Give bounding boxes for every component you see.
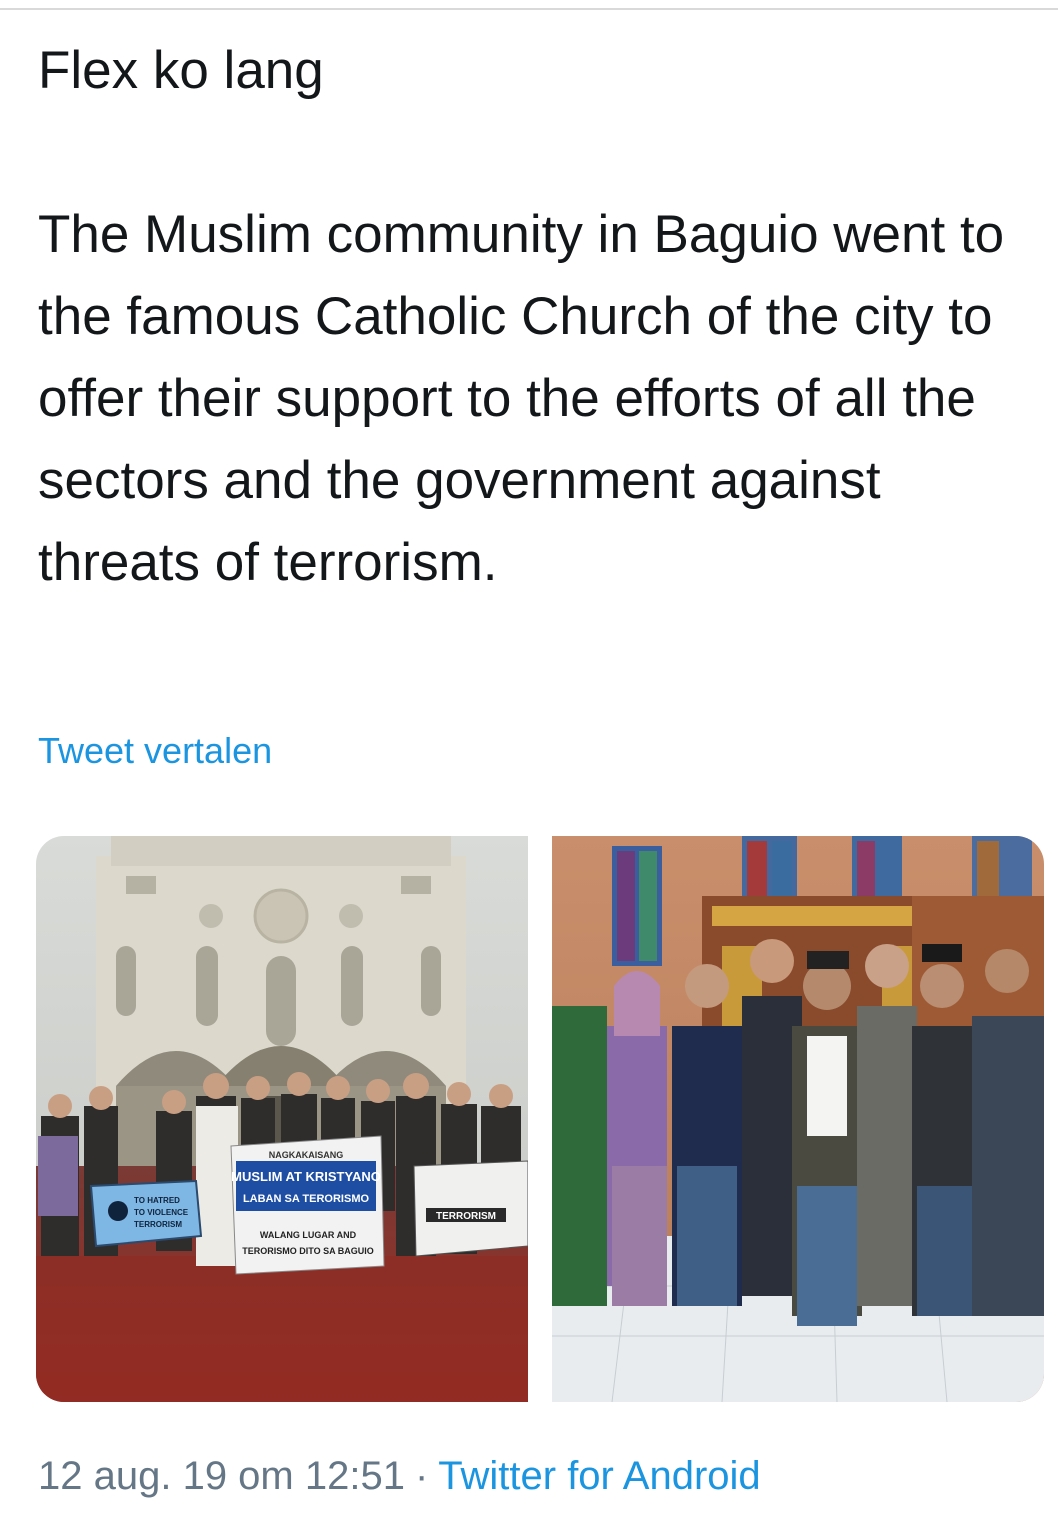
tweet-timestamp[interactable]: 12 aug. 19 om 12:51 [38,1454,405,1498]
banner-left-line-2: TO VIOLENCE [134,1208,189,1217]
banner-main-line-4: WALANG LUGAR AND [260,1230,357,1240]
tweet-meta: 12 aug. 19 om 12:51 · Twitter for Android [38,1450,761,1502]
banner-main-line-1: NAGKAKAISANG [269,1150,344,1160]
meta-separator: · [414,1454,429,1498]
banner-left-line-1: TO HATRED [134,1196,180,1205]
top-divider [0,0,1058,10]
tweet-title-line: Flex ko lang [38,41,324,100]
banner-main-line-5: TERORISMO DITO SA BAGUIO [242,1246,374,1256]
banner-main-line-3: LABAN SA TERORISMO [243,1193,370,1205]
photo-church-exterior[interactable]: NAGKAKAISANG MUSLIM AT KRISTYANO LABAN S… [36,836,528,1402]
photo-church-exterior-image: NAGKAKAISANG MUSLIM AT KRISTYANO LABAN S… [36,836,528,1402]
photo-church-interior[interactable] [552,836,1044,1402]
translate-tweet-link[interactable]: Tweet vertalen [38,728,272,774]
tweet-body: The Muslim community in Baguio went to t… [38,205,1005,592]
banner-main-line-2: MUSLIM AT KRISTYANO [231,1169,381,1184]
photo-church-interior-image [552,836,1044,1402]
banner-right-line-1: TERRORISM [436,1211,496,1222]
tweet-source-link[interactable]: Twitter for Android [438,1454,760,1498]
tweet-text: Flex ko lang The Muslim community in Bag… [38,30,1028,604]
banner-left-line-3: TERRORISM [134,1220,182,1229]
media-grid: NAGKAKAISANG MUSLIM AT KRISTYANO LABAN S… [36,836,1044,1402]
